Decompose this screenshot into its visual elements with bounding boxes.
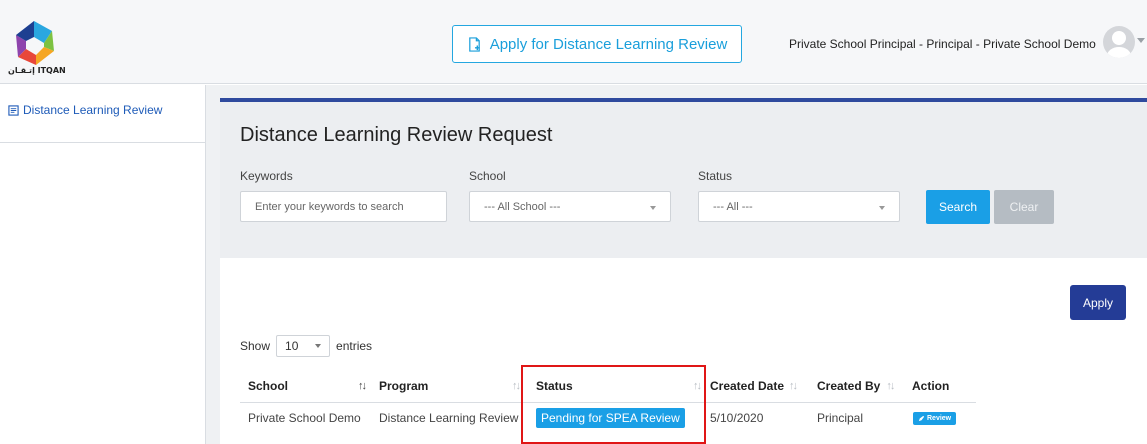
sidebar-item-distance-learning-review[interactable]: Distance Learning Review (8, 103, 162, 117)
cell-action: Review (913, 403, 957, 433)
logo-text: إتـقـان ITQAN (8, 66, 66, 75)
status-select[interactable]: --- All --- (698, 191, 900, 222)
cell-program: Distance Learning Review (379, 411, 519, 425)
sort-icon: ↑↓ (358, 379, 367, 392)
sort-icon: ↑↓ (886, 379, 895, 392)
column-header-action: Action (908, 369, 976, 403)
column-header-label: Action (912, 378, 950, 393)
sidebar: Distance Learning Review (0, 85, 206, 444)
new-document-icon (468, 36, 480, 52)
sort-icon: ↑↓ (789, 379, 798, 392)
review-button-label: Review (927, 414, 952, 422)
page-title: Distance Learning Review Request (240, 124, 553, 146)
keywords-placeholder: Enter your keywords to search (255, 200, 404, 213)
clear-button[interactable]: Clear (994, 190, 1054, 224)
sort-icon: ↑↓ (512, 379, 521, 392)
school-select[interactable]: --- All School --- (469, 191, 671, 222)
column-header-label: Created Date (710, 378, 785, 393)
search-button[interactable]: Search (926, 190, 990, 224)
cell-created-by: Principal (817, 411, 864, 425)
column-header-label: School (248, 378, 289, 393)
apply-distance-learning-button[interactable]: Apply for Distance Learning Review (452, 25, 742, 63)
chevron-down-icon (879, 206, 885, 210)
column-header-school[interactable]: School ↑↓ (240, 369, 371, 403)
keywords-label: Keywords (240, 169, 293, 183)
entries-select[interactable]: 10 (276, 335, 331, 357)
chevron-down-icon[interactable] (1137, 38, 1145, 43)
school-select-value: --- All School --- (484, 200, 561, 213)
show-label: Show (240, 339, 271, 353)
entries-value: 10 (285, 339, 299, 353)
column-header-label: Program (379, 378, 429, 393)
chevron-down-icon (315, 344, 322, 348)
user-silhouette-icon (1107, 31, 1131, 58)
document-icon (8, 104, 19, 116)
filter-panel: Distance Learning Review Request Keyword… (220, 102, 1147, 258)
keywords-input[interactable]: Enter your keywords to search (240, 191, 447, 222)
status-highlight-box (521, 365, 706, 444)
cell-school: Private School Demo (248, 411, 361, 425)
cell-created-date: 5/10/2020 (710, 411, 764, 425)
user-role-label: Private School Principal - Principal - P… (789, 37, 1096, 51)
apply-distance-learning-label: Apply for Distance Learning Review (489, 35, 728, 53)
show-entries-control: Show 10 entries (240, 335, 372, 357)
chevron-down-icon (650, 206, 656, 210)
entries-label: entries (336, 339, 373, 353)
column-header-label: Created By (817, 378, 881, 393)
header-rule (220, 98, 1147, 102)
top-header: إتـقـان ITQAN Apply for Distance Learnin… (0, 0, 1147, 84)
status-label: Status (698, 169, 733, 183)
column-header-created-date[interactable]: Created Date ↑↓ (706, 369, 813, 403)
column-header-program[interactable]: Program ↑↓ (371, 369, 521, 403)
school-label: School (469, 169, 506, 183)
user-avatar[interactable] (1103, 26, 1135, 58)
status-select-value: --- All --- (713, 200, 753, 213)
apply-button[interactable]: Apply (1070, 285, 1126, 320)
review-button[interactable]: Review (913, 411, 957, 425)
sidebar-section: Distance Learning Review (0, 85, 206, 143)
sidebar-item-label: Distance Learning Review (23, 103, 163, 117)
column-header-created-by[interactable]: Created By ↑↓ (813, 369, 908, 403)
edit-icon (918, 415, 925, 421)
